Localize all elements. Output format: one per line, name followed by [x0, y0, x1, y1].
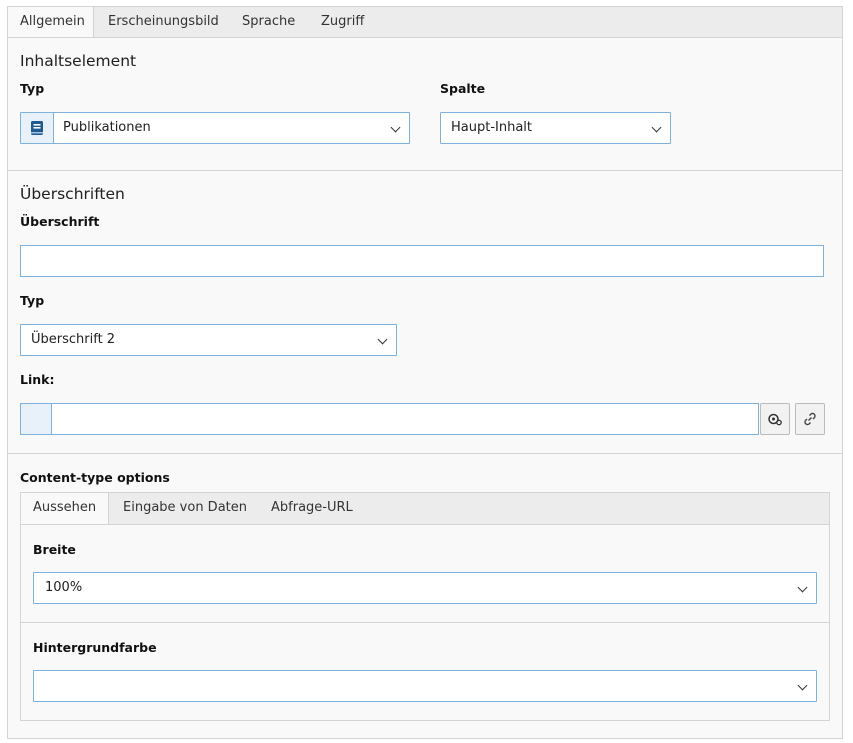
- ueberschrift-input[interactable]: [20, 245, 824, 277]
- typ-select-value: Publikationen: [63, 120, 151, 135]
- section-divider: [8, 453, 842, 454]
- subtab-aussehen[interactable]: Aussehen: [21, 493, 109, 525]
- hintergrundfarbe-label: Hintergrundfarbe: [33, 640, 157, 655]
- book-icon: [31, 121, 43, 135]
- subtab-abfrage-url[interactable]: Abfrage-URL: [259, 493, 365, 524]
- chevron-down-icon: [377, 334, 388, 345]
- breite-select-value: 100%: [45, 580, 83, 595]
- spalte-select[interactable]: Haupt-Inhalt: [440, 112, 671, 144]
- tab-erscheinungsbild[interactable]: Erscheinungsbild: [96, 7, 231, 38]
- ueberschrift-typ-select[interactable]: Überschrift 2: [20, 324, 397, 356]
- breite-select[interactable]: 100%: [33, 572, 817, 604]
- ueberschrift-label: Überschrift: [20, 214, 100, 229]
- breite-label: Breite: [33, 542, 76, 557]
- link-options-icon: [768, 413, 782, 426]
- chevron-down-icon: [390, 122, 401, 133]
- subtab-panel-aussehen: Breite 100% Hintergrundfarbe: [20, 524, 830, 721]
- link-browser-icon: [804, 412, 816, 426]
- section-divider: [8, 170, 842, 171]
- content-type-tab-bar: Aussehen Eingabe von Daten Abfrage-URL: [20, 492, 830, 525]
- ueberschrift-typ-label: Typ: [20, 293, 45, 308]
- chevron-down-icon: [651, 122, 662, 133]
- tab-allgemein[interactable]: Allgemein: [8, 7, 94, 39]
- ueberschrift-typ-value: Überschrift 2: [31, 332, 116, 347]
- chevron-down-icon: [797, 582, 808, 593]
- link-options-button[interactable]: [760, 403, 790, 435]
- tab-panel-allgemein: Inhaltselement Typ Publikationen Spalte …: [7, 37, 843, 739]
- section-title-ueberschriften: Überschriften: [20, 185, 125, 203]
- link-browser-button[interactable]: [795, 403, 825, 435]
- chevron-down-icon: [797, 680, 808, 691]
- spalte-select-value: Haupt-Inhalt: [451, 120, 533, 135]
- subpanel-divider: [21, 622, 829, 623]
- link-prefix-box: [21, 404, 52, 434]
- tab-zugriff[interactable]: Zugriff: [309, 7, 376, 38]
- typ-label: Typ: [20, 81, 45, 96]
- content-type-options-label: Content-type options: [20, 470, 170, 485]
- spalte-label: Spalte: [440, 81, 486, 96]
- typ-select[interactable]: Publikationen: [20, 112, 410, 144]
- subtab-eingabe-von-daten[interactable]: Eingabe von Daten: [111, 493, 259, 524]
- typ-icon-box: [21, 113, 54, 143]
- main-tab-bar: Allgemein Erscheinungsbild Sprache Zugri…: [7, 6, 843, 39]
- link-label: Link:: [20, 372, 55, 387]
- hintergrundfarbe-select[interactable]: [33, 670, 817, 702]
- link-input[interactable]: [20, 403, 759, 435]
- tab-sprache[interactable]: Sprache: [230, 7, 307, 38]
- section-title-inhaltselement: Inhaltselement: [20, 52, 137, 70]
